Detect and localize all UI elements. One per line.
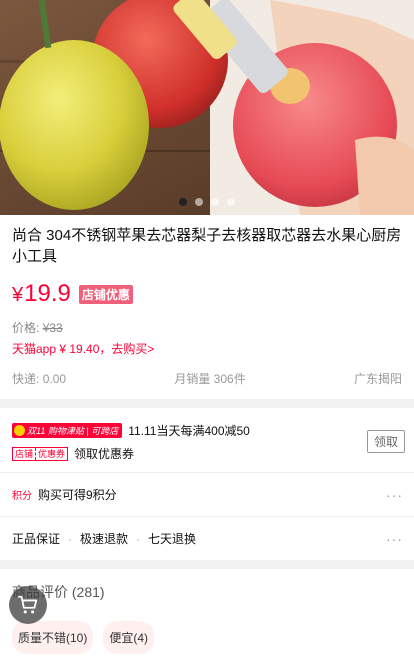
coupon-badge-text-2: 优惠券 xyxy=(35,447,67,460)
guarantee-item: 极速退款 xyxy=(80,532,129,546)
original-price: 价格: ¥33 xyxy=(12,319,402,336)
more-icon[interactable]: ··· xyxy=(386,487,403,503)
carousel-dot-2[interactable] xyxy=(195,198,203,206)
coupon-badge-text-1: 店铺 xyxy=(15,448,34,459)
guarantee-item: 正品保证 xyxy=(12,532,61,546)
event-badge-text-2: 购物津贴 xyxy=(47,426,84,436)
points-row[interactable]: 积分 购买可得9积分 ··· xyxy=(0,472,414,516)
carousel-dot-1[interactable] xyxy=(179,198,187,206)
monthly-sales-label: 月销量 xyxy=(174,372,211,386)
current-price: ¥19.9 xyxy=(12,280,71,308)
tmall-app-price-link[interactable]: 天猫app ¥ 19.40，去购买> xyxy=(12,340,402,357)
product-info: 尚合 304不锈钢苹果去芯器梨子去核器取芯器去水果心厨房小工具 ¥19.9 店铺… xyxy=(0,215,414,399)
product-photo xyxy=(0,0,414,215)
section-divider xyxy=(0,399,414,408)
price-value: 19.9 xyxy=(24,280,71,307)
claim-coupon-button[interactable]: 领取 xyxy=(366,430,405,453)
product-title: 尚合 304不锈钢苹果去芯器梨子去核器取芯器去水果心厨房小工具 xyxy=(12,227,402,265)
price-row: ¥19.9 店铺优惠 xyxy=(12,280,402,308)
shop-discount-badge: 店铺优惠 xyxy=(78,284,133,304)
guarantee-row[interactable]: 正品保证 · 极速退款 · 七天退换 ··· xyxy=(0,516,414,560)
event-badge-text-1: 双11 xyxy=(27,426,46,436)
review-tag[interactable]: 便宜(4) xyxy=(103,621,155,654)
monthly-sales-value: 306件 xyxy=(213,372,246,386)
more-icon[interactable]: ··· xyxy=(386,531,403,547)
double11-badge: 双11 购物津贴 | 可跨店 xyxy=(12,423,123,438)
original-price-value: ¥33 xyxy=(42,321,63,335)
carousel-dot-4[interactable] xyxy=(227,198,235,206)
product-image-carousel[interactable] xyxy=(0,0,414,215)
event-promo-text: 11.11当天每满400减50 xyxy=(128,424,250,438)
review-tag[interactable]: 质量不错(10) xyxy=(12,621,94,654)
guarantee-separator: · xyxy=(68,531,73,546)
guarantee-item: 七天退换 xyxy=(148,532,197,546)
reviews-section[interactable]: 商品评价 (281) 质量不错(10) 便宜(4) xyxy=(0,569,414,666)
carousel-dot-3[interactable] xyxy=(211,198,219,206)
carousel-indicator[interactable] xyxy=(0,198,414,206)
section-divider xyxy=(0,560,414,569)
price-currency: ¥ xyxy=(12,284,24,306)
coupon-text: 领取优惠券 xyxy=(74,447,135,461)
reviews-count: (281) xyxy=(71,584,105,600)
cart-button[interactable] xyxy=(9,586,47,624)
event-badge-text-3: 可跨店 xyxy=(91,426,119,436)
points-tag: 积分 xyxy=(12,491,32,502)
monthly-sales: 月销量 306件 xyxy=(174,370,245,387)
product-meta: 快递: 0.00 月销量 306件 广东揭阳 xyxy=(12,370,402,387)
event-promo: 双11 购物津贴 | 可跨店 11.11当天每满400减50 xyxy=(12,422,402,439)
coupon-promo: 店铺 优惠券 领取优惠券 xyxy=(12,445,402,462)
review-tags: 质量不错(10) 便宜(4) xyxy=(12,621,402,654)
shop-coupon-badge: 店铺 优惠券 xyxy=(12,446,69,461)
points-text: 购买可得9积分 xyxy=(38,488,117,502)
double11-icon xyxy=(14,425,25,436)
shipping: 快递: 0.00 xyxy=(12,370,66,387)
shipping-value: 0.00 xyxy=(42,372,67,386)
reviews-title: 商品评价 (281) xyxy=(12,582,402,602)
shopping-cart-icon xyxy=(17,595,38,614)
promotion-section[interactable]: 双11 购物津贴 | 可跨店 11.11当天每满400减50 店铺 优惠券 领取优… xyxy=(0,408,414,472)
ship-location: 广东揭阳 xyxy=(353,372,402,386)
guarantee-separator: · xyxy=(136,531,141,546)
original-price-label: 价格: xyxy=(12,321,40,335)
shipping-label: 快递: xyxy=(12,372,40,386)
